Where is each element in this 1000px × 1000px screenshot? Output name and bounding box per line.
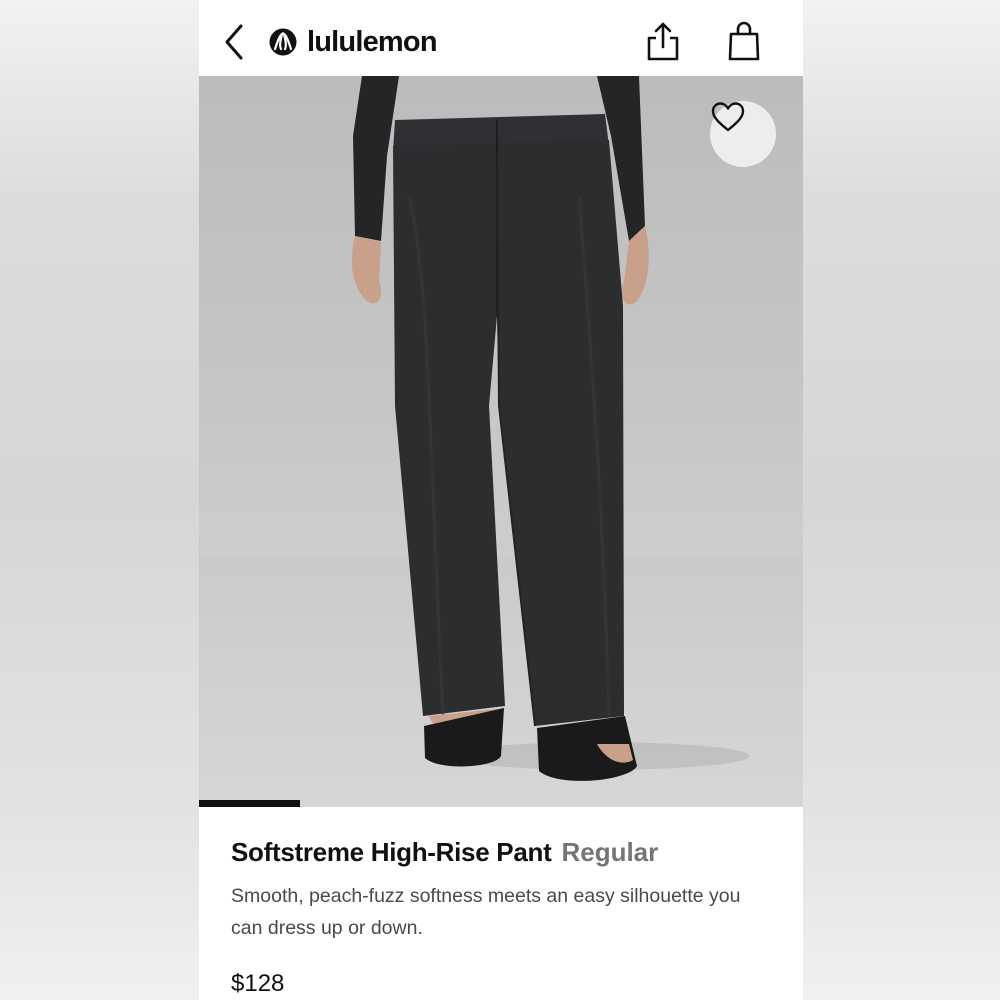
back-icon xyxy=(225,24,243,60)
product-info: Softstreme High-Rise Pant Regular Smooth,… xyxy=(231,830,791,998)
brand-logo-link[interactable]: lululemon xyxy=(269,24,438,60)
product-name: Softstreme High-Rise Pant xyxy=(231,837,552,867)
carousel-progress-fill xyxy=(199,800,300,807)
shopping-bag-button[interactable] xyxy=(727,20,761,62)
product-variant: Regular xyxy=(561,837,659,867)
brand-name: lululemon xyxy=(307,25,438,58)
top-nav-bar: lululemon xyxy=(199,0,803,76)
favorite-button[interactable] xyxy=(710,101,776,167)
lululemon-logo-icon xyxy=(269,28,297,56)
product-image xyxy=(199,76,803,807)
product-image-carousel[interactable] xyxy=(199,76,803,807)
shopping-bag-icon xyxy=(728,21,760,61)
product-description: Smooth, peach-fuzz softness meets an eas… xyxy=(231,885,741,939)
back-button[interactable] xyxy=(219,22,249,62)
share-button[interactable] xyxy=(645,20,681,62)
heart-outline-icon xyxy=(711,102,745,132)
product-price: $128 xyxy=(231,970,285,997)
carousel-progress-bar xyxy=(199,800,803,807)
product-title: Softstreme High-Rise Pant Regular xyxy=(231,830,791,874)
share-icon xyxy=(647,22,679,61)
product-screen: lululemon Softstreme High-Rise Pant Regu… xyxy=(199,0,803,1000)
